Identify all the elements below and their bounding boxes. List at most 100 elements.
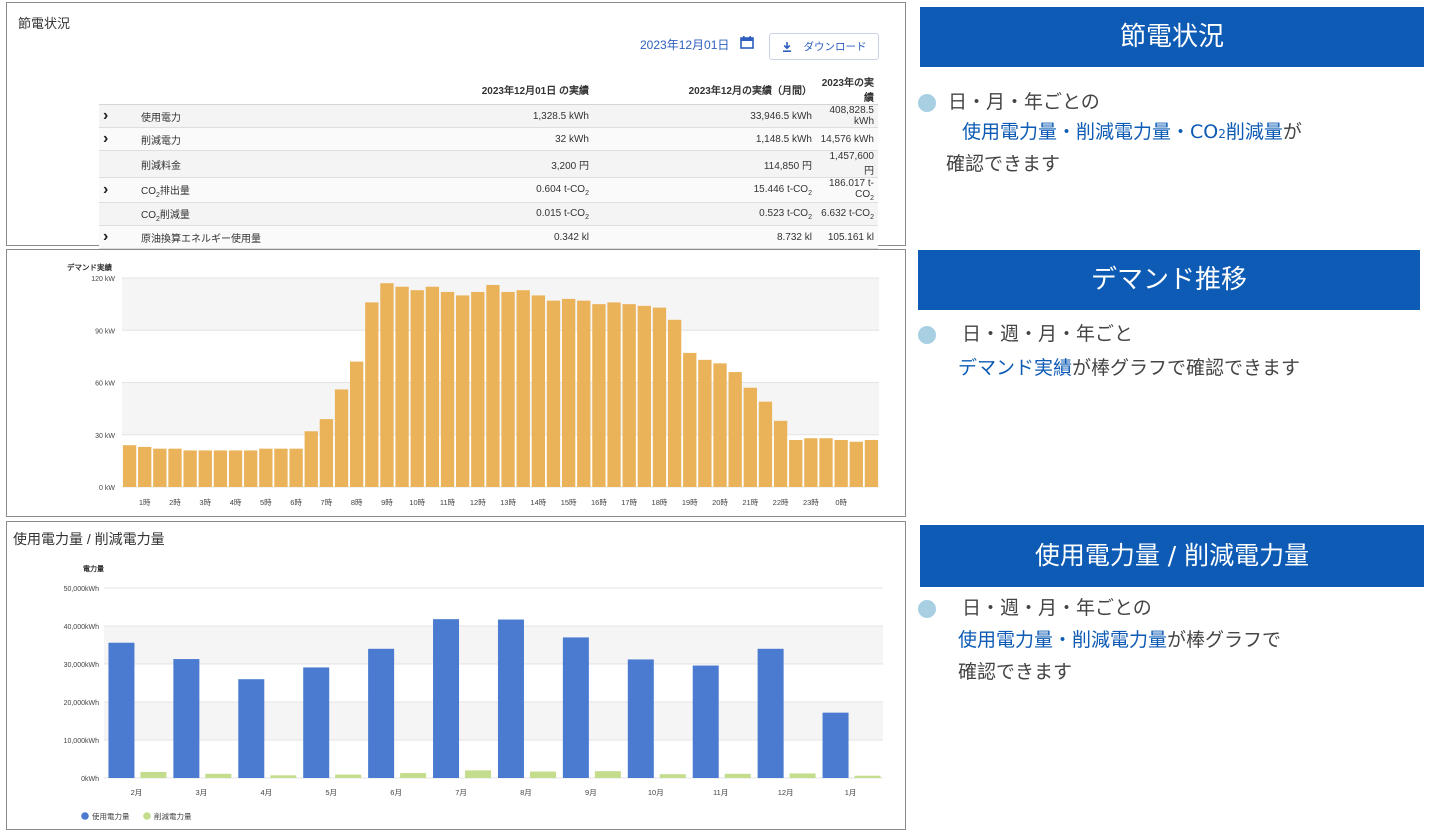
demand-bar <box>410 290 424 487</box>
demand-bar <box>350 361 364 487</box>
demand-bar <box>380 283 394 487</box>
demand-bar <box>698 359 712 487</box>
table-row[interactable]: › 削減電力 32 kWh 1,148.5 kWh 14,576 kWh <box>99 127 878 151</box>
demand-bar <box>168 448 182 487</box>
reduction-bar <box>140 771 167 778</box>
feature-desc-usage: 日・週・月・年ごとの 使用電力量・削減電力量が棒グラフで 確認できます <box>918 594 1438 690</box>
x-tick-label: 7時 <box>321 498 333 507</box>
usage-bar <box>368 648 395 778</box>
x-tick-label: 18時 <box>652 498 668 507</box>
demand-bar <box>546 300 561 487</box>
x-tick-label: 15時 <box>561 498 577 507</box>
usage-bar <box>238 679 265 778</box>
calendar-icon[interactable] <box>740 36 754 49</box>
x-tick-label: 21時 <box>742 498 758 507</box>
usage-bar <box>303 667 330 778</box>
x-tick-label: 8月 <box>520 788 532 797</box>
reduction-bar <box>270 775 297 778</box>
summary-title: 節電状況 <box>18 16 71 31</box>
cell-year: 6.632 t-CO2 <box>816 202 878 226</box>
demand-bar <box>652 307 667 487</box>
cell-year: 186.017 t-CO2 <box>816 177 878 203</box>
x-tick-label: 22時 <box>773 498 789 507</box>
x-tick-label: 4時 <box>230 498 242 507</box>
y-tick-label: 50,000kWh <box>64 586 100 593</box>
demand-bar <box>304 431 318 487</box>
demand-bar <box>259 448 273 487</box>
cell-month: 33,946.5 kWh <box>593 104 816 128</box>
y-tick-label: 90 kW <box>95 328 115 335</box>
demand-bar <box>758 401 773 487</box>
bullet-dot <box>918 326 936 344</box>
reduction-bar <box>659 774 686 778</box>
col-header-month: 2023年12月の実績（月間） <box>593 74 816 105</box>
reduction-bar <box>854 775 881 778</box>
cell-day: 1,328.5 kWh <box>325 104 593 128</box>
table-row[interactable]: › CO2排出量 0.604 t-CO2 15.446 t-CO2 186.017 t-… <box>99 177 878 203</box>
row-label: 原油換算エネルギー使用量 <box>137 225 325 249</box>
expand-chevron-icon[interactable]: › <box>103 181 108 199</box>
summary-panel: 節電状況 2023年12月01日 ダウンロード 2023年12月01日 の実績 … <box>6 2 906 249</box>
x-tick-label: 1時 <box>139 498 151 507</box>
usage-bar <box>627 659 654 778</box>
download-label: ダウンロード <box>803 41 867 53</box>
usage-bar <box>757 648 784 778</box>
col-header-day: 2023年12月01日 の実績 <box>325 74 593 105</box>
demand-bar <box>501 291 515 487</box>
x-tick-label: 12月 <box>778 788 794 797</box>
x-tick-label: 9時 <box>381 498 393 507</box>
legend-label: 削減電力量 <box>154 811 192 821</box>
expand-chevron-icon[interactable]: › <box>103 130 108 148</box>
demand-bar <box>365 302 379 487</box>
x-tick-label: 16時 <box>591 498 607 507</box>
x-tick-label: 3時 <box>199 498 211 507</box>
demand-bar <box>849 441 863 487</box>
demand-bar <box>819 438 833 487</box>
x-tick-label: 2月 <box>131 788 143 797</box>
demand-bar <box>789 439 803 487</box>
y-tick-label: 30 kW <box>95 433 115 440</box>
x-tick-label: 19時 <box>682 498 698 507</box>
download-button[interactable]: ダウンロード <box>769 33 879 60</box>
feature-heading-usage: 使用電力量 / 削減電力量 <box>920 525 1424 587</box>
demand-bar <box>334 389 349 487</box>
grid-band <box>122 278 879 331</box>
demand-bar <box>834 439 848 487</box>
x-tick-label: 5時 <box>260 498 272 507</box>
feature-desc-summary: 日・月・年ごとの 使用電力量・削減電力量・CO2削減量が 確認できます <box>918 88 1438 184</box>
demand-bar <box>683 352 697 487</box>
cell-day: 32 kWh <box>325 127 593 151</box>
demand-bar <box>455 295 470 487</box>
usage-bar <box>497 619 524 778</box>
demand-bar <box>728 372 742 487</box>
reduction-bar <box>529 771 556 778</box>
row-label: 削減電力 <box>137 127 325 151</box>
x-tick-label: 12時 <box>470 498 486 507</box>
demand-bar <box>773 420 788 487</box>
demand-bar <box>440 291 455 487</box>
date-display[interactable]: 2023年12月01日 <box>640 36 729 53</box>
table-row[interactable]: › 原油換算エネルギー使用量 0.342 kl 8.732 kl 105.161 kl <box>99 225 878 249</box>
demand-bar <box>228 450 243 487</box>
usage-chart: 電力量 0kWh 10,000kWh 20,000kWh 30,000kWh 40,000… <box>64 564 883 821</box>
demand-bar <box>213 450 228 487</box>
reduction-bar <box>205 773 232 778</box>
legend-marker <box>81 812 89 820</box>
cell-year: 105.161 kl <box>816 225 878 249</box>
col-header-year: 2023年の実績 <box>816 74 878 105</box>
x-tick-label: 4月 <box>260 788 272 797</box>
feature-heading-summary: 節電状況 <box>920 7 1424 67</box>
demand-bar <box>713 363 727 487</box>
expand-chevron-icon[interactable]: › <box>103 107 108 125</box>
x-tick-label: 20時 <box>712 498 728 507</box>
demand-bar <box>138 446 152 487</box>
x-tick-label: 10月 <box>648 788 664 797</box>
demand-bar <box>122 445 137 487</box>
x-tick-label: 8時 <box>351 498 363 507</box>
x-tick-label: 13時 <box>500 498 516 507</box>
row-label: CO2削減量 <box>137 202 325 226</box>
demand-bar <box>592 304 606 487</box>
table-row[interactable]: › 使用電力 1,328.5 kWh 33,946.5 kWh 408,828.5 kW… <box>99 104 878 128</box>
y-tick-label: 60 kW <box>95 381 115 388</box>
expand-chevron-icon[interactable]: › <box>103 228 108 246</box>
